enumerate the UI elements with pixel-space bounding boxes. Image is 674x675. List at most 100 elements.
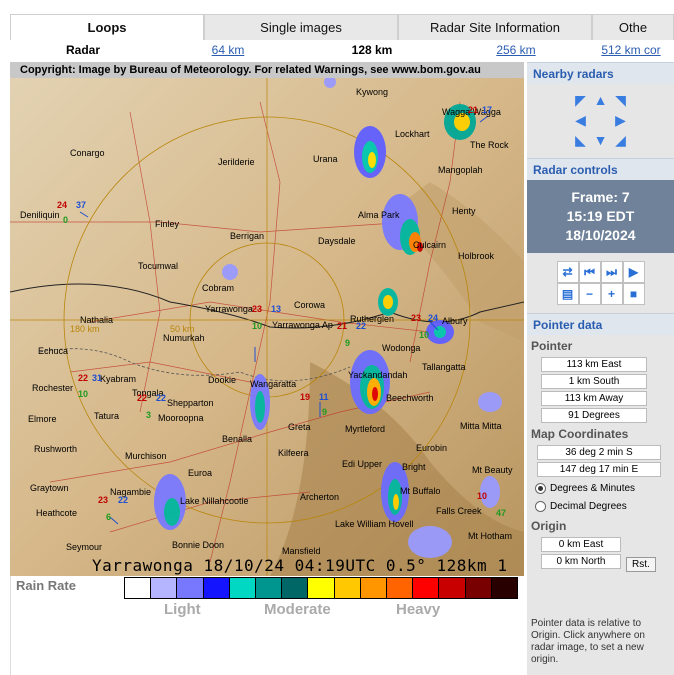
radio-decimal-degrees-label: Decimal Degrees: [550, 500, 627, 512]
frame-date: 18/10/2024: [565, 227, 636, 243]
radar-image[interactable]: Copyright: Image by Bureau of Meteorolog…: [10, 62, 524, 576]
place-label: Jerilderie: [218, 157, 255, 167]
site-number: 21: [468, 105, 479, 115]
place-label: The Rock: [470, 140, 509, 150]
stop-icon[interactable]: ■: [622, 283, 645, 305]
print-icon[interactable]: ▤: [556, 283, 579, 305]
subtab-128km[interactable]: 128 km: [300, 40, 444, 62]
arrow-southeast-icon[interactable]: ◢: [611, 130, 631, 150]
site-number: 13: [271, 304, 282, 314]
playback-controls: ⇄ ⏮ ⏭ ▶ ▤ − + ■: [556, 261, 645, 305]
rain-rate-scale: [124, 577, 518, 599]
place-label: Kilfeera: [278, 448, 309, 458]
place-label: Mitta Mitta: [460, 421, 502, 431]
place-label: Mt Buffalo: [400, 486, 441, 496]
rain-rate-swatch: [177, 578, 204, 598]
map-longitude: 147 deg 17 min E: [537, 462, 661, 477]
place-label: Bonnie Doon: [172, 540, 225, 550]
rain-rate-swatch: [256, 578, 283, 598]
arrow-east-icon[interactable]: ▶: [611, 110, 631, 130]
place-label: Eurobin: [416, 443, 448, 453]
site-number: 24: [57, 200, 68, 210]
frame-info: Frame: 7 15:19 EDT 18/10/2024: [527, 180, 674, 253]
rain-rate-swatch: [413, 578, 440, 598]
place-label: Bright: [402, 462, 426, 472]
reset-origin-button[interactable]: Rst.: [626, 557, 656, 572]
plus-icon[interactable]: +: [600, 283, 623, 305]
arrow-northwest-icon[interactable]: ◤: [571, 90, 591, 110]
rain-heavy-label: Heavy: [396, 601, 441, 618]
place-label: Henty: [452, 206, 476, 216]
main-tabs: Loops Single images Radar Site Informati…: [10, 14, 674, 40]
rain-light-label: Light: [164, 601, 201, 618]
map-coordinates-label: Map Coordinates: [531, 427, 629, 441]
site-number: 10: [252, 321, 263, 331]
tab-single-images[interactable]: Single images: [204, 14, 398, 40]
site-number: 17: [482, 105, 493, 115]
minus-icon[interactable]: −: [578, 283, 601, 305]
step-forward-icon[interactable]: ⏭: [600, 261, 623, 283]
place-label: Berrigan: [230, 231, 265, 241]
frame-time: 15:19 EDT: [566, 208, 635, 224]
site-number: 22: [78, 373, 89, 383]
subtab-64km[interactable]: 64 km: [156, 40, 300, 62]
play-icon[interactable]: ▶: [622, 261, 645, 283]
place-label: Mt Beauty: [472, 465, 513, 475]
site-number: 10: [419, 330, 430, 340]
site-number: 10: [477, 491, 488, 501]
place-label: Wangaratta: [250, 379, 297, 389]
place-label: Beechworth: [386, 393, 434, 403]
place-label: Graytown: [30, 483, 69, 493]
place-label: Wodonga: [382, 343, 421, 353]
arrow-northeast-icon[interactable]: ◥: [611, 90, 631, 110]
radio-decimal-degrees[interactable]: Decimal Degrees: [527, 497, 674, 515]
place-label: Elmore: [28, 414, 57, 424]
step-back-icon[interactable]: ⏮: [578, 261, 601, 283]
site-number: 22: [356, 321, 367, 331]
site-number: 21: [337, 321, 348, 331]
tab-radar-site-information[interactable]: Radar Site Information: [398, 14, 592, 40]
place-label: Conargo: [70, 148, 105, 158]
place-label: Benalla: [222, 434, 253, 444]
radio-selected-icon[interactable]: [535, 482, 546, 494]
place-label: Myrtleford: [345, 424, 386, 434]
place-label: Daysdale: [318, 236, 356, 246]
place-label: Tocumwal: [138, 261, 179, 271]
place-label: Kywong: [356, 87, 389, 97]
center-blank: [591, 110, 611, 130]
radar-caption: Yarrawonga 18/10/24 04:19UTC 0.5° 128km …: [92, 556, 508, 575]
radio-degrees-minutes[interactable]: Degrees & Minutes: [527, 479, 674, 497]
arrow-west-icon[interactable]: ◀: [571, 110, 591, 130]
radar-controls-heading: Radar controls: [527, 158, 674, 180]
place-label: Numurkah: [163, 333, 205, 343]
place-label: Mansfield: [282, 546, 321, 556]
swap-icon[interactable]: ⇄: [556, 261, 579, 283]
place-label: Mangoplah: [438, 165, 483, 175]
arrow-south-icon[interactable]: ▼: [591, 130, 611, 150]
rain-rate-swatch: [465, 578, 492, 598]
place-label: Tallangatta: [422, 362, 466, 372]
tab-loops[interactable]: Loops: [10, 14, 204, 40]
rain-rate-swatch: [439, 578, 466, 598]
sidebar: Nearby radars ◤ ▲ ◥ ◀ ▶ ◣ ▼ ◢ Radar cont…: [527, 62, 674, 675]
arrow-north-icon[interactable]: ▲: [591, 90, 611, 110]
subtab-512km[interactable]: 512 km cor: [588, 40, 674, 62]
site-number: 31: [92, 373, 103, 383]
site-number: 6: [106, 512, 112, 522]
place-label: Urana: [313, 154, 338, 164]
rain-rate-swatch: [387, 578, 414, 598]
rain-rate-label: Rain Rate: [16, 578, 76, 593]
place-label: Holbrook: [458, 251, 495, 261]
place-label: Archerton: [300, 492, 340, 502]
place-label: Echuca: [38, 346, 69, 356]
tab-other[interactable]: Othe: [592, 14, 674, 40]
place-label: Lockhart: [395, 129, 430, 139]
place-label: Albury: [442, 316, 468, 326]
place-label: Mt Hotham: [468, 531, 513, 541]
map-latitude: 36 deg 2 min S: [537, 445, 661, 460]
radio-unselected-icon[interactable]: [535, 500, 546, 512]
subtab-256km[interactable]: 256 km: [444, 40, 588, 62]
site-number: 11: [319, 392, 329, 402]
arrow-southwest-icon[interactable]: ◣: [571, 130, 591, 150]
place-label: Cobram: [202, 283, 235, 293]
